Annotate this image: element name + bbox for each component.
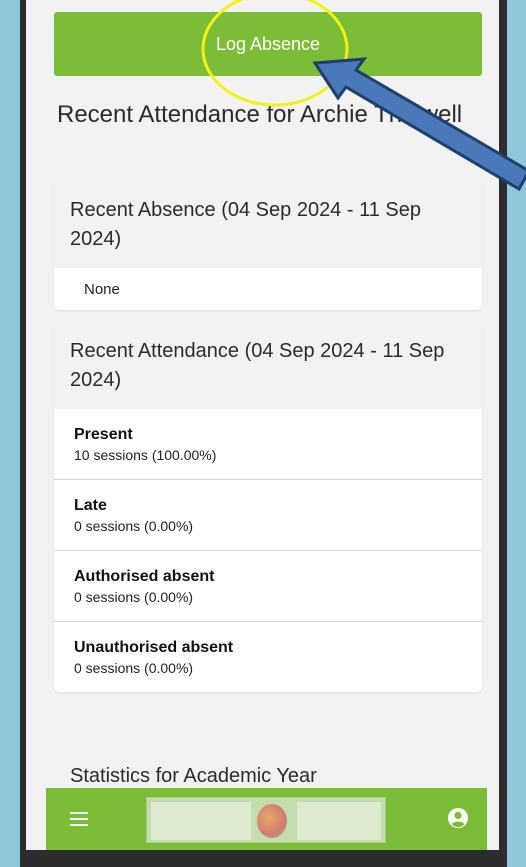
- stat-label: Present: [74, 426, 133, 443]
- screenshot-thumbnail-overlay: [146, 797, 386, 843]
- hamburger-menu-icon[interactable]: [60, 800, 98, 838]
- recent-attendance-title: Recent Attendance (04 Sep 2024 - 11 Sep …: [54, 322, 482, 409]
- attendance-present-row: Present 10 sessions (100.00%): [54, 409, 482, 480]
- attendance-late-row: Late 0 sessions (0.00%): [54, 480, 482, 551]
- recent-absence-card: Recent Absence (04 Sep 2024 - 11 Sep 202…: [54, 181, 482, 310]
- stat-label: Authorised absent: [74, 568, 215, 585]
- recent-absence-title: Recent Absence (04 Sep 2024 - 11 Sep 202…: [54, 181, 482, 268]
- attendance-unauthorised-absent-row: Unauthorised absent 0 sessions (0.00%): [54, 622, 482, 692]
- attendance-authorised-absent-row: Authorised absent 0 sessions (0.00%): [54, 551, 482, 622]
- stat-value: 10 sessions (100.00%): [74, 447, 217, 463]
- stat-value: 0 sessions (0.00%): [74, 518, 194, 534]
- recent-absence-value: None: [84, 281, 120, 298]
- stat-label: Unauthorised absent: [74, 639, 234, 656]
- stat-label: Late: [74, 497, 107, 514]
- log-absence-button[interactable]: Log Absence: [54, 12, 482, 76]
- stat-value: 0 sessions (0.00%): [74, 589, 194, 605]
- stat-value: 0 sessions (0.00%): [74, 660, 194, 676]
- user-profile-icon[interactable]: [447, 807, 469, 829]
- page-title: Recent Attendance for Archie Thelwell: [57, 101, 463, 128]
- recent-attendance-card: Recent Attendance (04 Sep 2024 - 11 Sep …: [54, 322, 482, 692]
